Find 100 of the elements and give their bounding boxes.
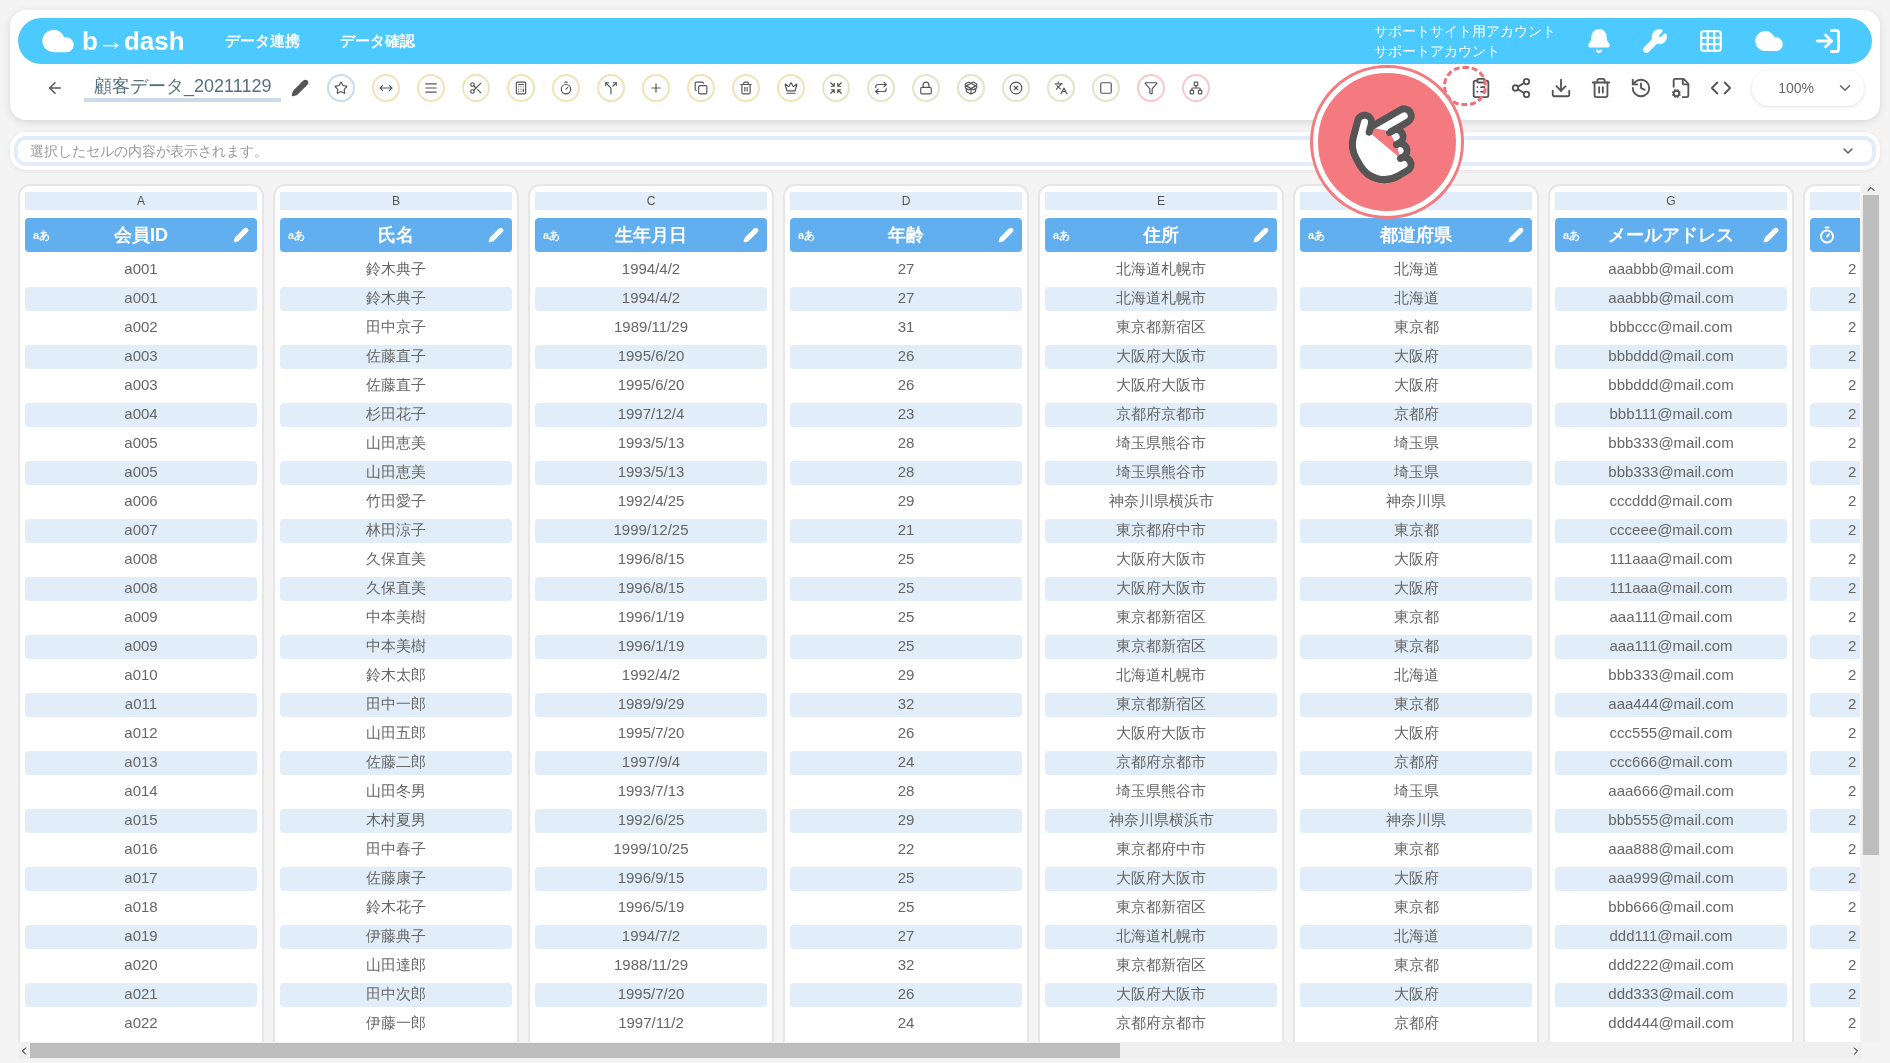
- table-cell-text: 山田五郎: [365, 723, 427, 744]
- table-cell: a015: [25, 808, 257, 833]
- table-cell-text: ccc555@mail.com: [1608, 723, 1734, 744]
- column-header[interactable]: aあ 生年月日: [535, 218, 767, 252]
- table-cell-text: a008: [123, 549, 159, 570]
- table-cell-text: 京都府京都市: [1115, 1013, 1207, 1034]
- table-cell: ccceee@mail.com: [1555, 518, 1787, 543]
- table-cell: 1994/4/2: [535, 286, 767, 311]
- table-cell-text: 1996/5/19: [616, 897, 686, 918]
- table-cell-text: 2: [1847, 375, 1858, 396]
- table-cell-text: 26: [896, 723, 916, 744]
- table-cell: a003: [25, 344, 257, 369]
- table-cell: a004: [25, 402, 257, 427]
- table-cell-text: a018: [123, 897, 159, 918]
- sheet-title[interactable]: 顧客データ_20211129: [84, 74, 282, 102]
- table-cell-text: 28: [896, 433, 916, 454]
- table-cell-text: 東京都: [1392, 317, 1440, 338]
- table-cell: 1995/7/20: [535, 982, 767, 1007]
- table-cell: 1999/12/25: [535, 518, 767, 543]
- column-header[interactable]: aあ 会員ID: [25, 218, 257, 252]
- table-cell-text: 1995/6/20: [616, 375, 686, 396]
- table-cell-text: a005: [123, 433, 159, 454]
- table-cell: 東京都: [1300, 634, 1532, 659]
- table-cell-text: 大阪府大阪市: [1115, 375, 1207, 396]
- table-cell-text: 2: [1847, 723, 1858, 744]
- column-letter: C: [646, 193, 656, 210]
- table-cell: 大阪府大阪市: [1045, 982, 1277, 1007]
- table-cell-text: 1997/11/2: [617, 1013, 685, 1034]
- table-cell-text: 2: [1847, 549, 1858, 570]
- nav-link[interactable]: データ確認: [339, 29, 415, 53]
- nav-link[interactable]: データ連携: [224, 29, 300, 53]
- table-cell: bbb333@mail.com: [1555, 460, 1787, 485]
- table-cell-text: 2: [1847, 897, 1858, 918]
- table-cell: a019: [25, 924, 257, 949]
- table-cell: a008: [25, 576, 257, 601]
- table-cell: 2: [1810, 402, 1860, 427]
- table-cell: 北海道: [1300, 924, 1532, 949]
- column-header[interactable]: aあ 住所: [1045, 218, 1277, 252]
- table-cell: 鈴木典子: [280, 286, 512, 311]
- table-cell: 2: [1810, 866, 1860, 891]
- table-cell: 2: [1810, 750, 1860, 775]
- column-title: 都道府県: [1379, 223, 1453, 247]
- table-cell-text: 鈴木太郎: [365, 665, 427, 686]
- table-cell: a001: [25, 286, 257, 311]
- table-cell-text: 竹田愛子: [365, 491, 427, 512]
- table-cell: 1997/9/4: [535, 750, 767, 775]
- table-cell-text: 26: [896, 375, 916, 396]
- table-cell: 32: [790, 692, 1022, 717]
- table-cell-text: 2: [1847, 491, 1858, 512]
- table-cell-text: 25: [896, 549, 916, 570]
- table-cell-text: aaa111@mail.com: [1608, 607, 1734, 628]
- table-cell-text: 北海道札幌市: [1115, 259, 1207, 280]
- table-cell-text: 山田恵美: [365, 433, 427, 454]
- table-cell-text: 1989/11/29: [613, 317, 689, 338]
- table-cell-text: 北海道札幌市: [1115, 665, 1207, 686]
- column-title: 会員ID: [113, 223, 169, 247]
- table-cell-text: 29: [896, 491, 916, 512]
- column-letter: A: [137, 193, 145, 210]
- table-cell-text: 32: [896, 955, 916, 976]
- table-cell: 2: [1810, 982, 1860, 1007]
- table-cell-text: 東京都新宿区: [1115, 607, 1207, 628]
- column-letter: B: [392, 193, 400, 210]
- table-cell-text: 大阪府: [1392, 375, 1440, 396]
- table-cell: 23: [790, 402, 1022, 427]
- table-cell-text: a002: [123, 317, 159, 338]
- table-cell: 佐藤直子: [280, 344, 512, 369]
- table-cell: 神奈川県横浜市: [1045, 808, 1277, 833]
- table-cell: 大阪府大阪市: [1045, 576, 1277, 601]
- table-cell: 久保直美: [280, 576, 512, 601]
- table-cell-text: a003: [123, 375, 159, 396]
- table-cell-text: a001: [123, 259, 159, 280]
- table-cell-text: a014: [123, 781, 159, 802]
- table-cell-text: 1992/4/2: [620, 665, 682, 686]
- table-cell-text: 1993/7/13: [616, 781, 686, 802]
- table-cell-text: bbbddd@mail.com: [1607, 375, 1735, 396]
- table-cell-text: 大阪府: [1392, 723, 1440, 744]
- logo-text[interactable]: b→dash: [82, 21, 185, 61]
- table-cell-text: aaa888@mail.com: [1607, 839, 1735, 860]
- table-cell: 29: [790, 808, 1022, 833]
- column-title: 氏名: [377, 223, 415, 247]
- table-cell: 大阪府: [1300, 576, 1532, 601]
- table-cell: 田中次郎: [280, 982, 512, 1007]
- table-cell: ddd111@mail.com: [1555, 924, 1787, 949]
- table-cell-text: a012: [123, 723, 159, 744]
- table-cell: bbb111@mail.com: [1555, 402, 1787, 427]
- table-cell-text: 神奈川県横浜市: [1107, 491, 1215, 512]
- column-header[interactable]: aあ 氏名: [280, 218, 512, 252]
- table-cell-text: aaa666@mail.com: [1607, 781, 1735, 802]
- column-header[interactable]: aあ 都道府県: [1300, 218, 1532, 252]
- table-cell-text: 京都府: [1392, 1013, 1440, 1034]
- zoom-select[interactable]: 100%: [1752, 70, 1864, 106]
- column-header[interactable]: aあ メールアドレス: [1555, 218, 1787, 252]
- table-cell-text: a016: [123, 839, 159, 860]
- table-cell: 神奈川県: [1300, 808, 1532, 833]
- table-cell-text: 2: [1847, 781, 1858, 802]
- table-cell-text: a022: [123, 1013, 159, 1034]
- column-header[interactable]: aあ 年齢: [790, 218, 1022, 252]
- table-cell: a005: [25, 460, 257, 485]
- table-cell-text: 111aaa@mail.com: [1608, 549, 1734, 570]
- table-cell: 26: [790, 344, 1022, 369]
